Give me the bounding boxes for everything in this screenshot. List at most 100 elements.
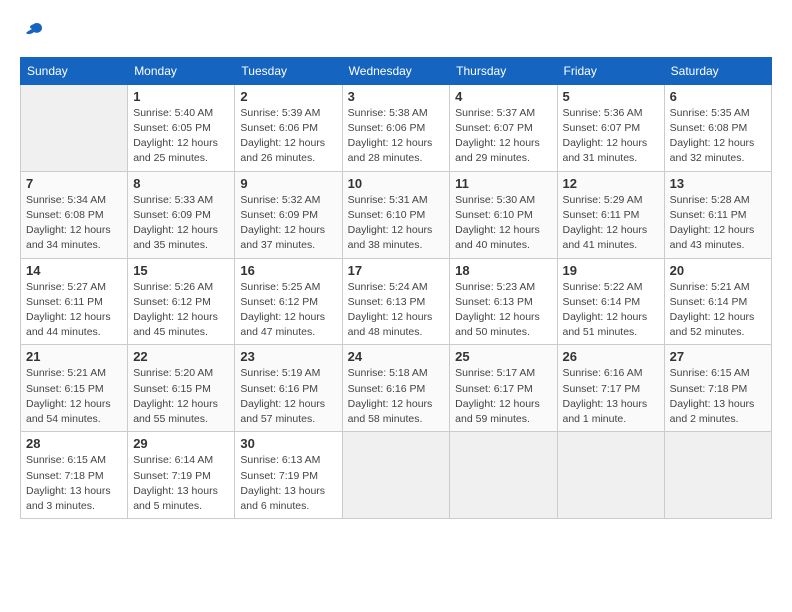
day-info: Sunrise: 5:22 AM Sunset: 6:14 PM Dayligh… xyxy=(563,280,659,341)
column-header-thursday: Thursday xyxy=(450,57,557,84)
day-number: 3 xyxy=(348,89,445,104)
calendar-day-cell: 2 Sunrise: 5:39 AM Sunset: 6:06 PM Daylig… xyxy=(235,84,342,171)
day-info: Sunrise: 5:39 AM Sunset: 6:06 PM Dayligh… xyxy=(240,106,336,167)
day-number: 19 xyxy=(563,263,659,278)
day-info: Sunrise: 5:21 AM Sunset: 6:15 PM Dayligh… xyxy=(26,366,122,427)
calendar-day-cell: 28 Sunrise: 6:15 AM Sunset: 7:18 PM Dayli… xyxy=(21,432,128,519)
calendar-day-cell: 1 Sunrise: 5:40 AM Sunset: 6:05 PM Daylig… xyxy=(128,84,235,171)
day-info: Sunrise: 5:34 AM Sunset: 6:08 PM Dayligh… xyxy=(26,193,122,254)
day-number: 27 xyxy=(670,349,766,364)
day-number: 23 xyxy=(240,349,336,364)
day-info: Sunrise: 6:15 AM Sunset: 7:18 PM Dayligh… xyxy=(26,453,122,514)
day-info: Sunrise: 5:36 AM Sunset: 6:07 PM Dayligh… xyxy=(563,106,659,167)
calendar-day-cell: 5 Sunrise: 5:36 AM Sunset: 6:07 PM Daylig… xyxy=(557,84,664,171)
day-number: 24 xyxy=(348,349,445,364)
column-header-wednesday: Wednesday xyxy=(342,57,450,84)
day-info: Sunrise: 5:31 AM Sunset: 6:10 PM Dayligh… xyxy=(348,193,445,254)
calendar-day-cell: 4 Sunrise: 5:37 AM Sunset: 6:07 PM Daylig… xyxy=(450,84,557,171)
day-number: 12 xyxy=(563,176,659,191)
day-info: Sunrise: 5:17 AM Sunset: 6:17 PM Dayligh… xyxy=(455,366,551,427)
day-number: 1 xyxy=(133,89,229,104)
day-info: Sunrise: 5:26 AM Sunset: 6:12 PM Dayligh… xyxy=(133,280,229,341)
day-info: Sunrise: 5:37 AM Sunset: 6:07 PM Dayligh… xyxy=(455,106,551,167)
day-info: Sunrise: 5:27 AM Sunset: 6:11 PM Dayligh… xyxy=(26,280,122,341)
day-number: 2 xyxy=(240,89,336,104)
calendar-week-row: 7Sunrise: 5:34 AM Sunset: 6:08 PM Daylig… xyxy=(21,171,772,258)
calendar-week-row: 28 Sunrise: 6:15 AM Sunset: 7:18 PM Dayli… xyxy=(21,432,772,519)
day-number: 30 xyxy=(240,436,336,451)
day-info: Sunrise: 6:16 AM Sunset: 7:17 PM Dayligh… xyxy=(563,366,659,427)
day-number: 20 xyxy=(670,263,766,278)
day-number: 9 xyxy=(240,176,336,191)
day-info: Sunrise: 6:14 AM Sunset: 7:19 PM Dayligh… xyxy=(133,453,229,514)
day-number: 11 xyxy=(455,176,551,191)
calendar-header-row: SundayMondayTuesdayWednesdayThursdayFrid… xyxy=(21,57,772,84)
day-info: Sunrise: 5:40 AM Sunset: 6:05 PM Dayligh… xyxy=(133,106,229,167)
day-info: Sunrise: 5:18 AM Sunset: 6:16 PM Dayligh… xyxy=(348,366,445,427)
day-info: Sunrise: 5:19 AM Sunset: 6:16 PM Dayligh… xyxy=(240,366,336,427)
day-number: 10 xyxy=(348,176,445,191)
calendar-day-cell: 14 Sunrise: 5:27 AM Sunset: 6:11 PM Dayli… xyxy=(21,258,128,345)
calendar-day-cell: 12Sunrise: 5:29 AM Sunset: 6:11 PM Dayli… xyxy=(557,171,664,258)
calendar-day-cell xyxy=(21,84,128,171)
calendar-day-cell xyxy=(557,432,664,519)
column-header-sunday: Sunday xyxy=(21,57,128,84)
calendar-body: 1 Sunrise: 5:40 AM Sunset: 6:05 PM Daylig… xyxy=(21,84,772,518)
page-header xyxy=(20,20,772,47)
calendar-day-cell: 26 Sunrise: 6:16 AM Sunset: 7:17 PM Dayli… xyxy=(557,345,664,432)
calendar-day-cell: 13Sunrise: 5:28 AM Sunset: 6:11 PM Dayli… xyxy=(664,171,771,258)
day-number: 26 xyxy=(563,349,659,364)
day-info: Sunrise: 5:21 AM Sunset: 6:14 PM Dayligh… xyxy=(670,280,766,341)
calendar-day-cell: 21 Sunrise: 5:21 AM Sunset: 6:15 PM Dayli… xyxy=(21,345,128,432)
column-header-monday: Monday xyxy=(128,57,235,84)
logo xyxy=(20,20,44,47)
calendar-table: SundayMondayTuesdayWednesdayThursdayFrid… xyxy=(20,57,772,519)
column-header-saturday: Saturday xyxy=(664,57,771,84)
calendar-day-cell xyxy=(342,432,450,519)
calendar-day-cell: 25 Sunrise: 5:17 AM Sunset: 6:17 PM Dayli… xyxy=(450,345,557,432)
calendar-day-cell xyxy=(664,432,771,519)
day-number: 22 xyxy=(133,349,229,364)
calendar-day-cell: 18Sunrise: 5:23 AM Sunset: 6:13 PM Dayli… xyxy=(450,258,557,345)
day-number: 29 xyxy=(133,436,229,451)
calendar-day-cell: 17 Sunrise: 5:24 AM Sunset: 6:13 PM Dayli… xyxy=(342,258,450,345)
day-number: 25 xyxy=(455,349,551,364)
calendar-day-cell: 10 Sunrise: 5:31 AM Sunset: 6:10 PM Dayli… xyxy=(342,171,450,258)
day-number: 17 xyxy=(348,263,445,278)
calendar-day-cell: 23 Sunrise: 5:19 AM Sunset: 6:16 PM Dayli… xyxy=(235,345,342,432)
calendar-day-cell: 24 Sunrise: 5:18 AM Sunset: 6:16 PM Dayli… xyxy=(342,345,450,432)
calendar-week-row: 21 Sunrise: 5:21 AM Sunset: 6:15 PM Dayli… xyxy=(21,345,772,432)
day-number: 5 xyxy=(563,89,659,104)
calendar-day-cell: 15 Sunrise: 5:26 AM Sunset: 6:12 PM Dayli… xyxy=(128,258,235,345)
calendar-day-cell: 22 Sunrise: 5:20 AM Sunset: 6:15 PM Dayli… xyxy=(128,345,235,432)
day-info: Sunrise: 5:32 AM Sunset: 6:09 PM Dayligh… xyxy=(240,193,336,254)
calendar-day-cell: 19 Sunrise: 5:22 AM Sunset: 6:14 PM Dayli… xyxy=(557,258,664,345)
calendar-week-row: 1 Sunrise: 5:40 AM Sunset: 6:05 PM Daylig… xyxy=(21,84,772,171)
day-info: Sunrise: 5:38 AM Sunset: 6:06 PM Dayligh… xyxy=(348,106,445,167)
day-info: Sunrise: 6:15 AM Sunset: 7:18 PM Dayligh… xyxy=(670,366,766,427)
day-number: 8 xyxy=(133,176,229,191)
calendar-day-cell: 11 Sunrise: 5:30 AM Sunset: 6:10 PM Dayli… xyxy=(450,171,557,258)
calendar-day-cell: 6Sunrise: 5:35 AM Sunset: 6:08 PM Daylig… xyxy=(664,84,771,171)
day-number: 21 xyxy=(26,349,122,364)
calendar-day-cell: 7Sunrise: 5:34 AM Sunset: 6:08 PM Daylig… xyxy=(21,171,128,258)
calendar-day-cell: 29 Sunrise: 6:14 AM Sunset: 7:19 PM Dayli… xyxy=(128,432,235,519)
logo-bird-icon xyxy=(22,20,44,42)
day-info: Sunrise: 5:30 AM Sunset: 6:10 PM Dayligh… xyxy=(455,193,551,254)
day-info: Sunrise: 5:20 AM Sunset: 6:15 PM Dayligh… xyxy=(133,366,229,427)
calendar-day-cell: 8Sunrise: 5:33 AM Sunset: 6:09 PM Daylig… xyxy=(128,171,235,258)
day-number: 4 xyxy=(455,89,551,104)
day-number: 6 xyxy=(670,89,766,104)
calendar-day-cell: 20 Sunrise: 5:21 AM Sunset: 6:14 PM Dayli… xyxy=(664,258,771,345)
day-number: 28 xyxy=(26,436,122,451)
calendar-day-cell: 27 Sunrise: 6:15 AM Sunset: 7:18 PM Dayli… xyxy=(664,345,771,432)
calendar-week-row: 14 Sunrise: 5:27 AM Sunset: 6:11 PM Dayli… xyxy=(21,258,772,345)
day-number: 15 xyxy=(133,263,229,278)
day-number: 14 xyxy=(26,263,122,278)
day-info: Sunrise: 5:23 AM Sunset: 6:13 PM Dayligh… xyxy=(455,280,551,341)
column-header-tuesday: Tuesday xyxy=(235,57,342,84)
calendar-day-cell: 16Sunrise: 5:25 AM Sunset: 6:12 PM Dayli… xyxy=(235,258,342,345)
calendar-day-cell: 30Sunrise: 6:13 AM Sunset: 7:19 PM Dayli… xyxy=(235,432,342,519)
column-header-friday: Friday xyxy=(557,57,664,84)
day-info: Sunrise: 5:24 AM Sunset: 6:13 PM Dayligh… xyxy=(348,280,445,341)
